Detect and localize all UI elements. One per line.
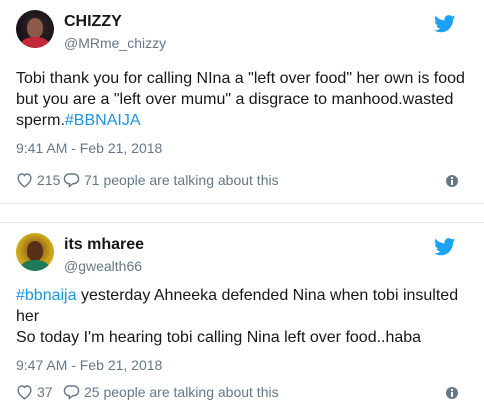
avatar-body — [21, 37, 49, 48]
author-name[interactable]: CHIZZY — [64, 13, 122, 31]
heart-icon — [17, 385, 32, 400]
tweet-card[interactable]: its mharee @gwealth66 #bbnaija yesterday… — [0, 223, 484, 412]
info-icon[interactable] — [446, 175, 458, 187]
like-count: 37 — [37, 384, 53, 400]
like-count: 215 — [37, 172, 61, 188]
tweet-timestamp[interactable]: 9:41 AM - Feb 21, 2018 — [16, 140, 468, 156]
tweet-text-line1: yesterday Ahneeka defended Nina when tob… — [16, 287, 459, 325]
like-button[interactable]: 215 — [16, 172, 60, 188]
tweet-separator — [0, 203, 484, 223]
tweet-header: its mharee @gwealth66 — [16, 223, 468, 274]
hashtag-link[interactable]: #bbnaija — [16, 287, 77, 304]
tweet-header: CHIZZY @MRme_chizzy — [16, 0, 468, 60]
reply-button[interactable]: 25 people are talking about this — [63, 384, 279, 400]
tweet-timestamp[interactable]: 9:47 AM - Feb 21, 2018 — [16, 357, 468, 373]
user-avatar[interactable] — [16, 233, 54, 271]
avatar-face — [27, 241, 43, 261]
info-icon[interactable] — [446, 387, 458, 399]
avatar-body — [21, 260, 49, 271]
twitter-bird-icon[interactable] — [434, 238, 456, 256]
tweet-text: #bbnaija yesterday Ahneeka defended Nina… — [16, 285, 468, 348]
author-name[interactable]: its mharee — [64, 236, 144, 254]
reply-button[interactable]: 71 people are talking about this — [63, 172, 279, 188]
twitter-bird-icon[interactable] — [434, 15, 456, 33]
author-handle[interactable]: @gwealth66 — [64, 258, 142, 274]
like-button[interactable]: 37 — [16, 384, 53, 400]
talking-count: 71 people are talking about this — [84, 172, 279, 188]
user-avatar[interactable] — [16, 10, 54, 48]
hashtag-link[interactable]: #BBNAIJA — [65, 112, 141, 129]
tweet-actions: 215 71 people are talking about this — [16, 172, 468, 192]
tweet-card[interactable]: CHIZZY @MRme_chizzy Tobi thank you for c… — [0, 0, 484, 203]
comment-icon — [63, 173, 80, 188]
tweet-text: Tobi thank you for calling NIna a "left … — [16, 68, 468, 131]
author-handle[interactable]: @MRme_chizzy — [64, 35, 166, 51]
comment-icon — [63, 385, 80, 400]
heart-icon — [17, 173, 32, 188]
tweet-actions: 37 25 people are talking about this — [16, 384, 468, 404]
tweet-text-line2: So today I'm hearing tobi calling Nina l… — [16, 329, 422, 346]
talking-count: 25 people are talking about this — [84, 384, 279, 400]
avatar-face — [27, 18, 43, 38]
